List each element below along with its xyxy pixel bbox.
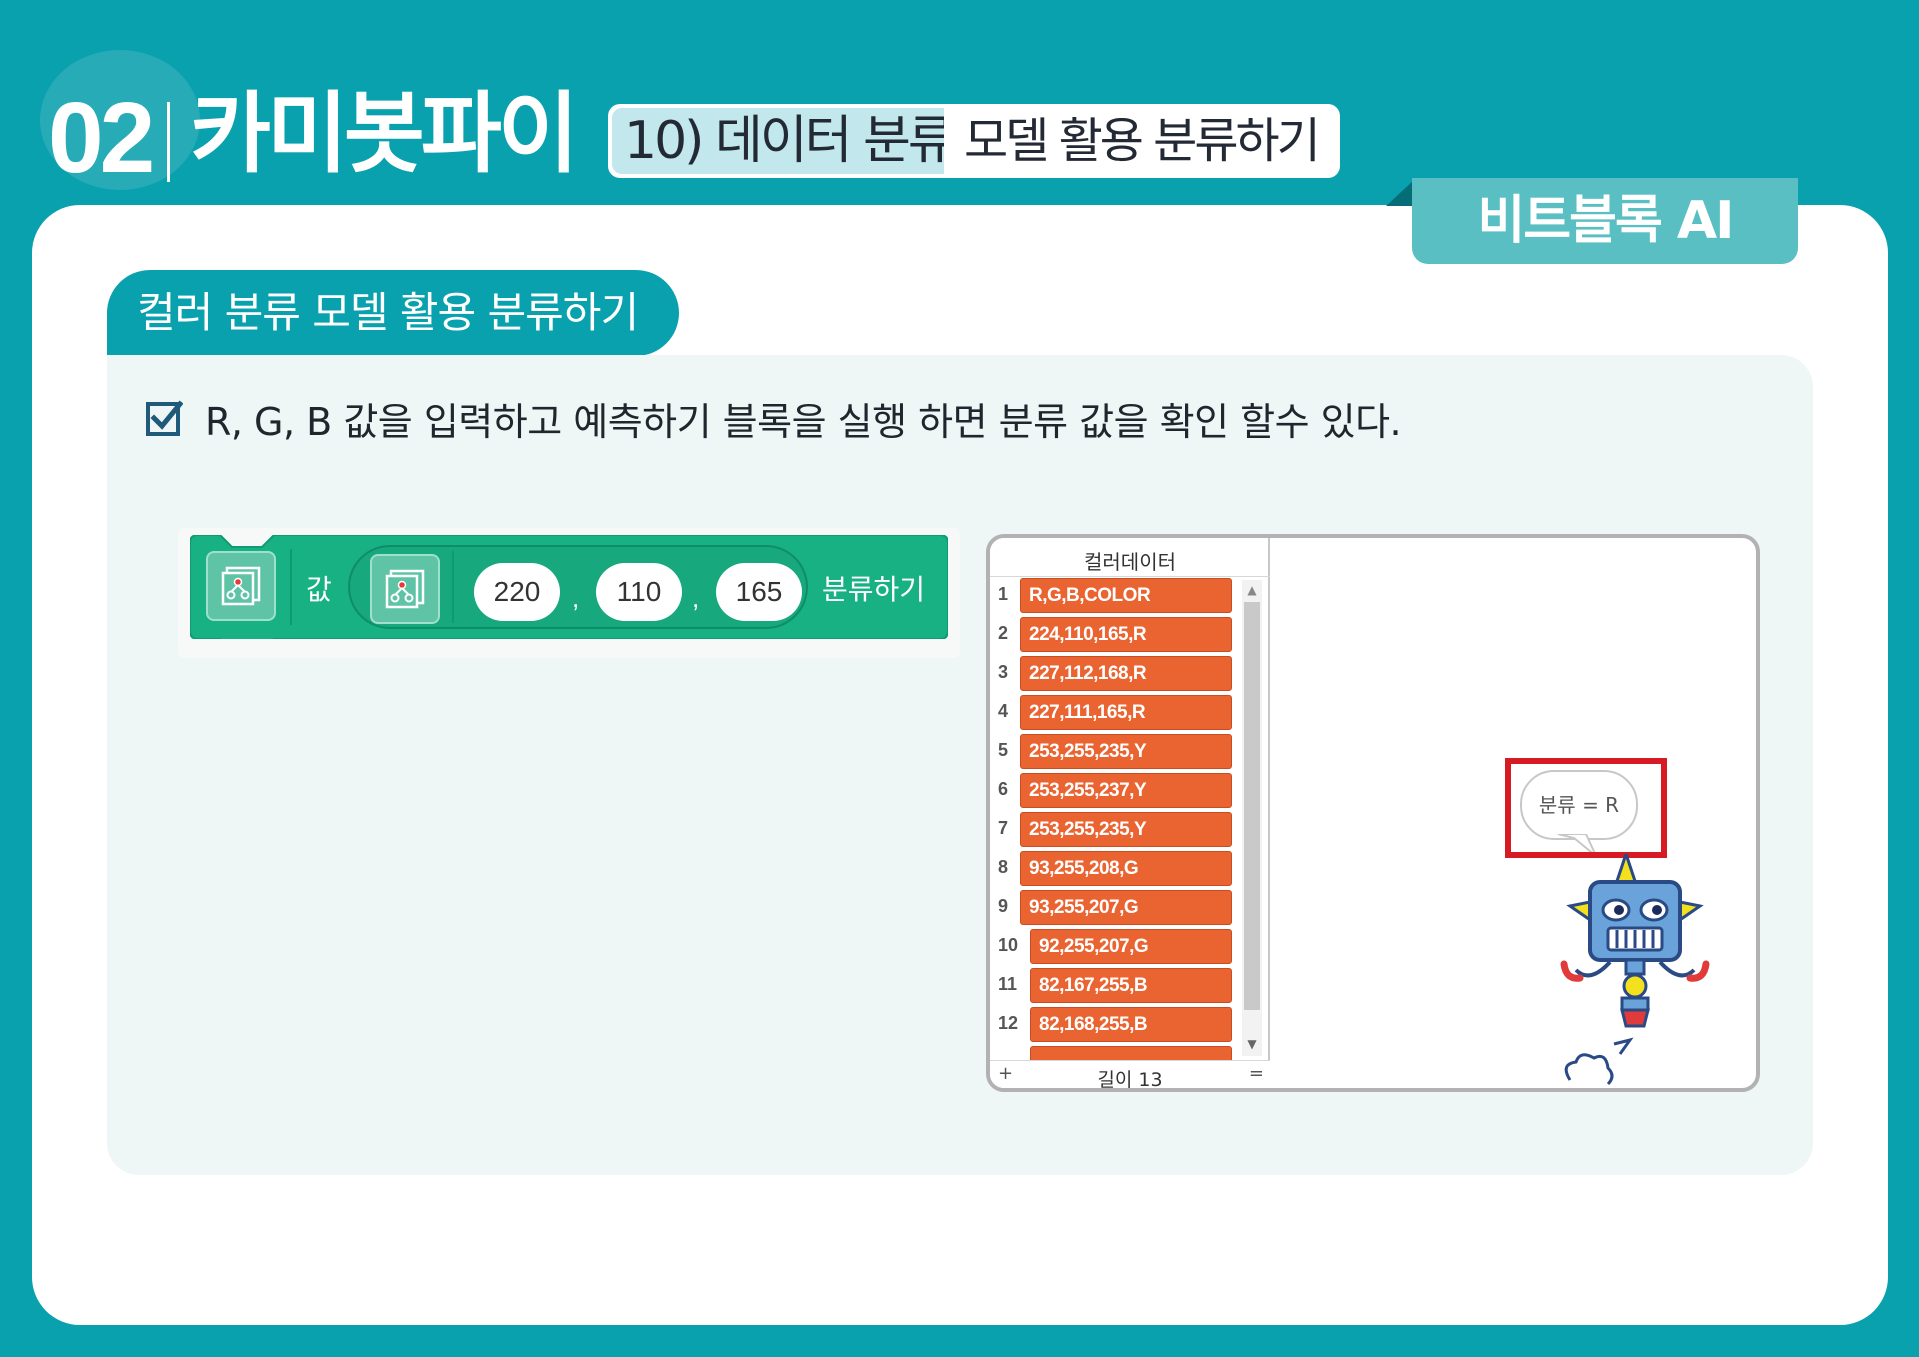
checkbox-icon [146,400,183,436]
resize-handle[interactable]: = [1249,1063,1264,1084]
separator-1: , [572,583,580,613]
reporter-divider [452,551,454,623]
item-index: 10 [998,935,1019,955]
list-item[interactable]: 2 224,110,165,R [990,617,1240,653]
list-item[interactable]: 9 93,255,207,G [990,890,1240,926]
classify-block[interactable]: 값 220 , 110 , 165 분류하기 [190,535,948,639]
list-item[interactable]: 1 R,G,B,COLOR [990,578,1240,614]
chapter-number: 02 [48,82,155,194]
item-value[interactable]: 92,255,207,G [1030,929,1232,964]
block-divider [290,549,292,625]
scroll-up-icon[interactable]: ▲ [1244,582,1260,598]
g-input[interactable]: 110 [596,563,682,621]
list-divider [990,576,1270,577]
stage-screenshot: 컬러데이터 1 R,G,B,COLOR 2 224,110,165,R 3 22… [986,534,1760,1092]
item-value[interactable]: R,G,B,COLOR [1020,578,1232,613]
instruction-row: R, G, B 값을 입력하고 예측하기 블록을 실행 하면 분류 값을 확인 … [145,393,1402,444]
item-value[interactable]: 82,167,255,B [1030,968,1232,1003]
list-title: 컬러데이터 [1084,550,1176,574]
scrollbar-thumb[interactable] [1244,602,1260,1010]
list-item[interactable]: 4 227,111,165,R [990,695,1240,731]
scroll-down-icon[interactable]: ▼ [1244,1036,1260,1052]
network-icon [385,569,425,609]
list-monitor: 컬러데이터 1 R,G,B,COLOR 2 224,110,165,R 3 22… [990,538,1270,1088]
list-item[interactable]: 8 93,255,208,G [990,851,1240,887]
list-footer: + 길이 13 = [990,1060,1270,1088]
list-length: 길이 13 [1097,1069,1163,1091]
item-value[interactable]: 227,112,168,R [1020,656,1232,691]
b-input[interactable]: 165 [716,563,802,621]
category-tag: 비트블록 AI [1412,178,1798,264]
result-highlight [1505,758,1667,858]
item-value[interactable]: 82,168,255,B [1030,1007,1232,1042]
item-value[interactable]: 227,111,165,R [1020,695,1232,730]
list-item[interactable]: 3 227,112,168,R [990,656,1240,692]
chapter-title: 카미봇파이 [190,82,579,185]
list-item-partial [990,1046,1240,1060]
classify-label: 분류하기 [822,573,926,606]
list-item[interactable]: 5 253,255,235,Y [990,734,1240,770]
list-item[interactable]: 12 82,168,255,B [990,1007,1240,1043]
chapter-divider [167,102,170,182]
item-value[interactable]: 93,255,207,G [1020,890,1232,925]
item-index: 11 [998,974,1018,994]
item-value[interactable]: 253,255,235,Y [1020,734,1232,769]
ai-extension-icon [206,551,276,621]
instruction-text: R, G, B 값을 입력하고 예측하기 블록을 실행 하면 분류 값을 확인 … [205,399,1402,444]
item-value[interactable]: 224,110,165,R [1020,617,1232,652]
robot-sprite[interactable] [1550,854,1720,1092]
item-value[interactable]: 253,255,237,Y [1020,773,1232,808]
lesson-subtitle: 모델 활용 분류하기 [964,113,1321,169]
item-value[interactable]: 93,255,208,G [1020,851,1232,886]
network-icon [221,566,261,606]
item-value-partial [1030,1046,1232,1060]
list-item[interactable]: 6 253,255,237,Y [990,773,1240,809]
list-item[interactable]: 10 92,255,207,G [990,929,1240,965]
section-title: 컬러 분류 모델 활용 분류하기 [107,270,679,356]
ai-reporter-icon [370,554,440,624]
lesson-title: 10) 데이터 분류 [612,108,944,174]
tag-fold [1386,180,1414,206]
value-label: 값 [306,573,332,606]
r-input[interactable]: 220 [474,563,560,621]
list-item[interactable]: 11 82,167,255,B [990,968,1240,1004]
separator-2: , [692,583,700,613]
item-value[interactable]: 253,255,235,Y [1020,812,1232,847]
list-item[interactable]: 7 253,255,235,Y [990,812,1240,848]
item-index: 12 [998,1013,1019,1033]
